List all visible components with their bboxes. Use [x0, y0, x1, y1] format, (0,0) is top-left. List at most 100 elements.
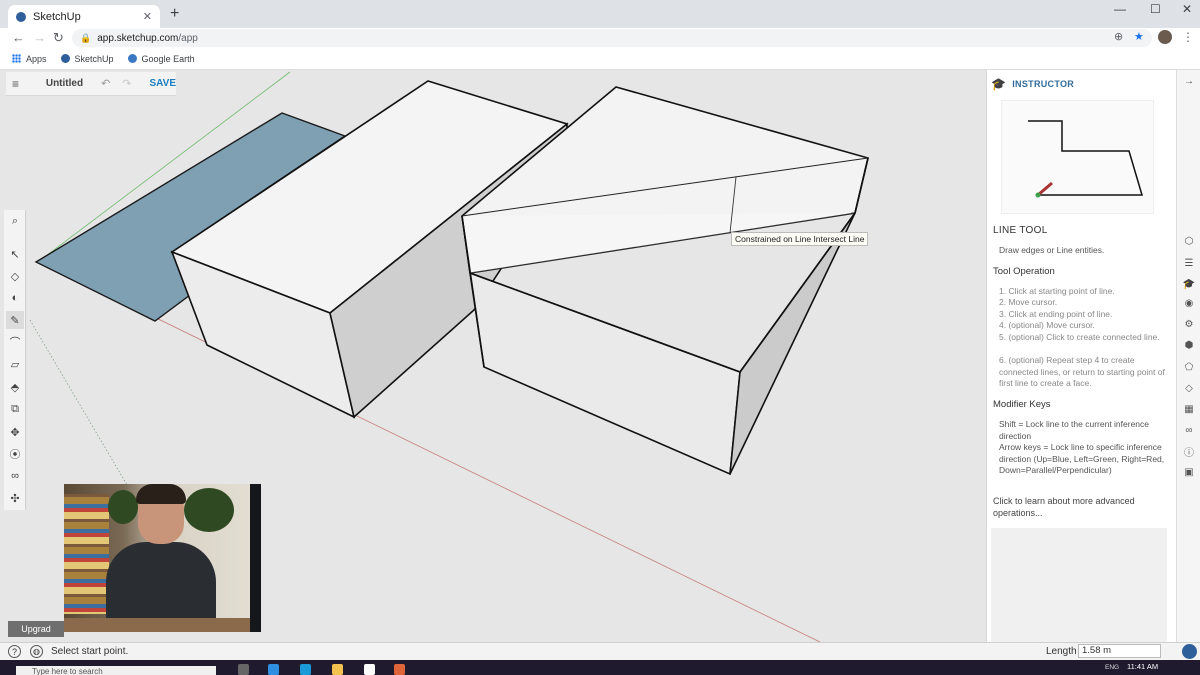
- arc-tool-button[interactable]: ⌒: [6, 333, 24, 351]
- url-path: /app: [178, 32, 198, 44]
- url-input[interactable]: 🔒 app.sketchup.com/app: [72, 29, 1152, 47]
- modifier-item: Shift = Lock line to the current inferen…: [999, 419, 1150, 441]
- tool-description: Draw edges or Line entities.: [999, 245, 1105, 255]
- chrome-menu-icon[interactable]: ⋮: [1182, 30, 1194, 44]
- line-tool-button[interactable]: ✎: [6, 311, 24, 329]
- tab-title: SketchUp: [33, 10, 81, 23]
- step-item: 5. (optional) Click to create connected …: [999, 332, 1160, 342]
- graduation-cap-icon: 🎓: [991, 77, 1007, 91]
- operation-heading: Tool Operation: [993, 266, 1055, 277]
- file-explorer-icon[interactable]: [332, 664, 343, 675]
- url-host: app.sketchup.com: [97, 32, 179, 44]
- step-item: 6. (optional) Repeat step 4 to create co…: [999, 355, 1165, 388]
- status-bar: ? ◍ Select start point. Length 1.58 m: [0, 642, 1200, 660]
- push-pull-button[interactable]: ⬘: [6, 378, 24, 396]
- profile-avatar[interactable]: [1158, 30, 1172, 44]
- move-tool-icon: ✥: [10, 426, 20, 439]
- sketchup-icon: [60, 54, 70, 63]
- maximize-button[interactable]: ☐: [1150, 2, 1161, 16]
- footprint-button[interactable]: ∞: [6, 467, 24, 485]
- search-tool-button[interactable]: ⌕: [6, 212, 24, 230]
- close-window-button[interactable]: ✕: [1182, 2, 1192, 16]
- materials-icon[interactable]: ◉: [1182, 296, 1196, 310]
- watermark-label: Upgrad: [8, 621, 64, 637]
- select-tool-button[interactable]: ↖: [6, 245, 24, 263]
- task-view-icon[interactable]: [238, 664, 249, 675]
- os-taskbar: Type here to search ENG 11:41 AM: [0, 660, 1200, 675]
- tape-measure-button[interactable]: ⦿: [6, 445, 24, 463]
- bookmark-label: SketchUp: [74, 53, 114, 64]
- tool-palette: ⌕ ↖ ◇ ◐ ✎ ⌒ ▱ ⬘ ⧉ ✥ ⦿ ∞ ✣: [4, 210, 26, 510]
- advanced-operations-link[interactable]: Click to learn about more advanced opera…: [993, 496, 1165, 519]
- document-title[interactable]: Untitled: [46, 78, 83, 89]
- chrome-icon[interactable]: [364, 664, 375, 675]
- 3d-warehouse-icon[interactable]: ⬢: [1182, 338, 1196, 352]
- bookmark-sketchup[interactable]: SketchUp: [60, 53, 114, 64]
- forward-icon[interactable]: →: [33, 30, 46, 45]
- tool-name: LINE TOOL: [993, 225, 1048, 236]
- modifier-heading: Modifier Keys: [993, 399, 1051, 410]
- bookmark-google-earth[interactable]: Google Earth: [127, 53, 195, 64]
- instructor-footer-area: [991, 528, 1167, 642]
- language-indicator[interactable]: ENG: [1105, 664, 1119, 671]
- tab-close-icon[interactable]: ✕: [143, 10, 152, 23]
- display-icon[interactable]: ∞: [1182, 423, 1196, 437]
- step-item: 2. Move cursor.: [999, 297, 1058, 307]
- undo-icon[interactable]: ↶: [101, 77, 110, 90]
- styles-icon[interactable]: ⬠: [1182, 360, 1196, 374]
- bookmark-label: Apps: [26, 53, 47, 64]
- move-tool-button[interactable]: ✥: [6, 423, 24, 441]
- scenes-icon[interactable]: ▦: [1182, 402, 1196, 416]
- modifier-item: Arrow keys = Lock line to specific infer…: [999, 442, 1165, 475]
- globe-icon[interactable]: ◍: [30, 645, 43, 658]
- inference-tooltip: Constrained on Line Intersect Line: [731, 232, 869, 246]
- help-icon[interactable]: ?: [8, 645, 21, 658]
- monitor-edge: [250, 484, 261, 632]
- rectangle-tool-button[interactable]: ▱: [6, 355, 24, 373]
- paint-bucket-button[interactable]: ◐: [6, 289, 24, 307]
- bookmark-star-icon[interactable]: ★: [1134, 30, 1144, 43]
- eraser-tool-icon: ◇: [10, 270, 20, 283]
- webcam-overlay: [64, 484, 261, 632]
- bookmark-apps[interactable]: Apps: [12, 54, 47, 64]
- length-input[interactable]: 1.58 m: [1078, 644, 1161, 658]
- new-tab-button[interactable]: +: [170, 5, 179, 23]
- offset-tool-button[interactable]: ⧉: [6, 400, 24, 418]
- status-message: Select start point.: [51, 646, 129, 657]
- document-toolbar: ≡ Untitled ↶ ↷ SAVE: [6, 72, 176, 96]
- extensions-icon[interactable]: ▣: [1182, 465, 1196, 479]
- edge-icon[interactable]: [268, 664, 279, 675]
- instructor-icon[interactable]: 🎓: [1182, 277, 1196, 291]
- edge-icon[interactable]: [300, 664, 311, 675]
- back-icon[interactable]: ←: [12, 30, 25, 45]
- tape-measure-icon: ⦿: [9, 449, 21, 461]
- arc-tool-icon: ⌒: [9, 337, 21, 349]
- length-label: Length: [1046, 646, 1077, 657]
- tab-sketchup[interactable]: SketchUp ✕: [8, 5, 160, 28]
- plant: [184, 488, 234, 532]
- orbit-tool-button[interactable]: ✣: [6, 489, 24, 507]
- redo-icon[interactable]: ↷: [122, 77, 131, 90]
- save-button[interactable]: SAVE: [150, 78, 177, 89]
- entity-info-icon[interactable]: ⬡: [1182, 234, 1196, 248]
- collapse-panel-icon[interactable]: →: [1182, 74, 1196, 88]
- app-icon[interactable]: [394, 664, 405, 675]
- taskbar-clock[interactable]: 11:41 AM: [1127, 662, 1158, 671]
- minimize-button[interactable]: —: [1114, 2, 1126, 16]
- info-icon[interactable]: ⓘ: [1182, 444, 1196, 459]
- eraser-tool-button[interactable]: ◇: [6, 267, 24, 285]
- install-app-icon[interactable]: ⊕: [1114, 30, 1123, 43]
- browser-tabstrip: SketchUp ✕ + — ☐ ✕: [0, 0, 1200, 28]
- outliner-icon[interactable]: ☰: [1182, 256, 1196, 270]
- right-panel-rail: → ⬡ ☰ 🎓 ◉ ⚙ ⬢ ⬠ ◇ ▦ ∞ ⓘ ▣: [1176, 70, 1200, 642]
- search-icon: ⌕: [11, 214, 19, 227]
- tags-icon[interactable]: ◇: [1182, 381, 1196, 395]
- plant: [108, 490, 138, 524]
- hamburger-menu-icon[interactable]: ≡: [12, 77, 26, 91]
- footprint-icon: ∞: [11, 470, 19, 482]
- bookmark-label: Google Earth: [141, 53, 195, 64]
- taskbar-search-input[interactable]: Type here to search: [16, 666, 216, 675]
- components-icon[interactable]: ⚙: [1182, 317, 1196, 331]
- step-item: 4. (optional) Move cursor.: [999, 320, 1095, 330]
- reload-icon[interactable]: ↻: [53, 30, 64, 46]
